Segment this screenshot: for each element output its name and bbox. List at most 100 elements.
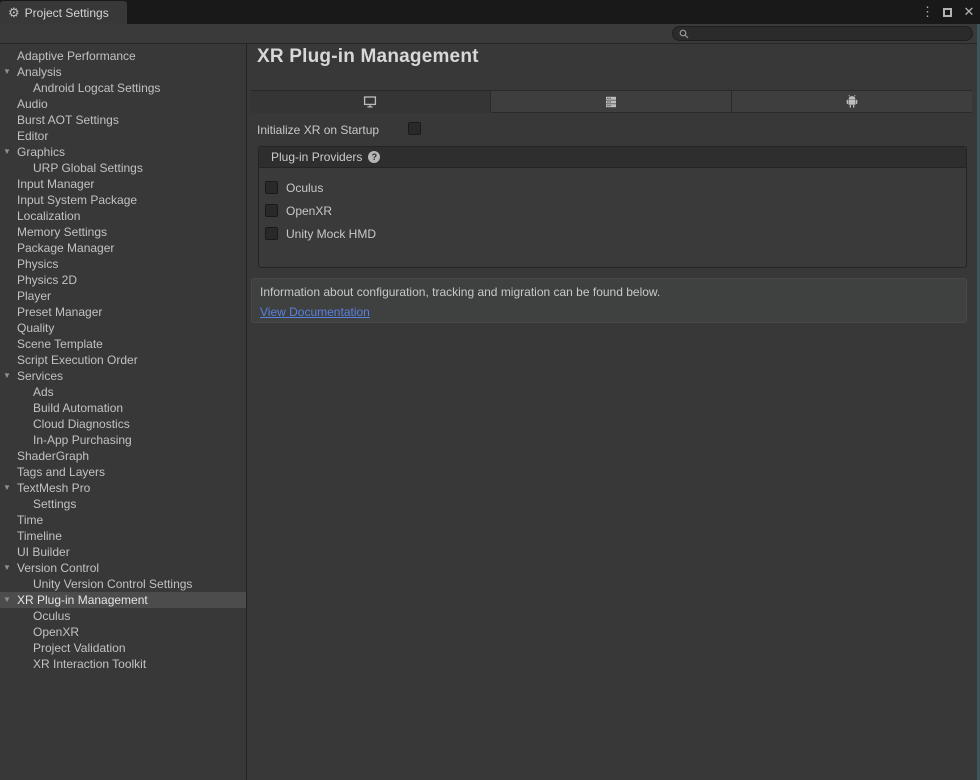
- sidebar-item-project-validation[interactable]: Project Validation: [0, 640, 246, 656]
- sidebar-item-label: Audio: [17, 97, 48, 111]
- sidebar-item-label: ShaderGraph: [17, 449, 89, 463]
- sidebar-item-services[interactable]: ▼ Services: [0, 368, 246, 384]
- sidebar-item-input-system-package[interactable]: Input System Package: [0, 192, 246, 208]
- expander-triangle-icon[interactable]: ▼: [3, 592, 11, 608]
- sidebar-item-cloud-diagnostics[interactable]: Cloud Diagnostics: [0, 416, 246, 432]
- search-icon: [679, 29, 689, 39]
- sidebar-item-unity-version-control-settings[interactable]: Unity Version Control Settings: [0, 576, 246, 592]
- sidebar-item-label: Settings: [33, 497, 76, 511]
- close-icon[interactable]: ✕: [962, 4, 976, 20]
- sidebar-item-label: Ads: [33, 385, 54, 399]
- sidebar-item-tags-and-layers[interactable]: Tags and Layers: [0, 464, 246, 480]
- maximize-icon[interactable]: [943, 8, 952, 17]
- sidebar-item-physics-2d[interactable]: Physics 2D: [0, 272, 246, 288]
- sidebar-item-input-manager[interactable]: Input Manager: [0, 176, 246, 192]
- expander-triangle-icon[interactable]: ▼: [3, 368, 11, 384]
- window-tab-title: Project Settings: [25, 6, 109, 20]
- provider-row-openxr: OpenXR: [265, 199, 966, 222]
- sidebar-item-label: Scene Template: [17, 337, 103, 351]
- sidebar-item-label: In-App Purchasing: [33, 433, 132, 447]
- sidebar-item-label: Memory Settings: [17, 225, 107, 239]
- sidebar-item-settings[interactable]: Settings: [0, 496, 246, 512]
- tab-dedicated-server[interactable]: [491, 91, 732, 113]
- sidebar-item-physics[interactable]: Physics: [0, 256, 246, 272]
- tab-desktop[interactable]: [250, 91, 491, 113]
- window-controls: ⋮ ✕: [921, 0, 976, 24]
- platform-tabstrip: [250, 90, 972, 113]
- initialize-xr-row: Initialize XR on Startup: [257, 122, 379, 138]
- sidebar-item-in-app-purchasing[interactable]: In-App Purchasing: [0, 432, 246, 448]
- sidebar-item-textmesh-pro[interactable]: ▼TextMesh Pro: [0, 480, 246, 496]
- info-box: Information about configuration, trackin…: [251, 278, 967, 323]
- gear-icon: ⚙: [8, 6, 20, 19]
- sidebar-item-xr-plug-in-management[interactable]: ▼ XR Plug-in Management: [0, 592, 246, 608]
- sidebar-item-label: Editor: [17, 129, 48, 143]
- sidebar-item-label: Analysis: [17, 65, 62, 79]
- sidebar-item-label: Tags and Layers: [17, 465, 105, 479]
- tab-android[interactable]: [732, 91, 972, 113]
- plugin-providers-title: Plug-in Providers: [271, 150, 362, 164]
- sidebar-item-ui-builder[interactable]: UI Builder: [0, 544, 246, 560]
- sidebar-item-oculus[interactable]: Oculus: [0, 608, 246, 624]
- expander-triangle-icon[interactable]: ▼: [3, 144, 11, 160]
- initialize-xr-label: Initialize XR on Startup: [257, 123, 379, 137]
- sidebar-item-label: Oculus: [33, 609, 70, 623]
- sidebar-item-android-logcat-settings[interactable]: Android Logcat Settings: [0, 80, 246, 96]
- sidebar-item-xr-interaction-toolkit[interactable]: XR Interaction Toolkit: [0, 656, 246, 672]
- sidebar-item-time[interactable]: Time: [0, 512, 246, 528]
- sidebar-item-label: Script Execution Order: [17, 353, 138, 367]
- sidebar-item-openxr[interactable]: OpenXR: [0, 624, 246, 640]
- sidebar-item-label: Input Manager: [17, 177, 94, 191]
- sidebar-item-preset-manager[interactable]: Preset Manager: [0, 304, 246, 320]
- sidebar-item-label: Cloud Diagnostics: [33, 417, 130, 431]
- sidebar-item-label: XR Interaction Toolkit: [33, 657, 146, 671]
- search-input[interactable]: [693, 28, 963, 40]
- desktop-icon: [363, 96, 377, 108]
- sidebar-item-burst-aot-settings[interactable]: Burst AOT Settings: [0, 112, 246, 128]
- sidebar-item-label: Physics: [17, 257, 58, 271]
- android-icon: [846, 95, 858, 108]
- sidebar-item-player[interactable]: Player: [0, 288, 246, 304]
- unity-mock-hmd-checkbox[interactable]: [265, 227, 278, 240]
- help-icon[interactable]: ?: [368, 151, 380, 163]
- search-box[interactable]: [672, 26, 973, 41]
- page-title: XR Plug-in Management: [257, 46, 479, 68]
- sidebar-item-adaptive-performance[interactable]: Adaptive Performance: [0, 48, 246, 64]
- sidebar-item-label: Preset Manager: [17, 305, 102, 319]
- sidebar-item-build-automation[interactable]: Build Automation: [0, 400, 246, 416]
- sidebar-item-shadergraph[interactable]: ShaderGraph: [0, 448, 246, 464]
- sidebar-item-label: XR Plug-in Management: [17, 593, 148, 607]
- view-documentation-link[interactable]: View Documentation: [260, 305, 370, 319]
- sidebar-item-label: Services: [17, 369, 63, 383]
- oculus-checkbox[interactable]: [265, 181, 278, 194]
- plugin-providers-box: Plug-in Providers ? OculusOpenXRUnity Mo…: [258, 146, 967, 268]
- sidebar-item-label: Burst AOT Settings: [17, 113, 119, 127]
- expander-triangle-icon[interactable]: ▼: [3, 480, 11, 496]
- sidebar-item-audio[interactable]: Audio: [0, 96, 246, 112]
- sidebar-item-scene-template[interactable]: Scene Template: [0, 336, 246, 352]
- sidebar-item-timeline[interactable]: Timeline: [0, 528, 246, 544]
- initialize-xr-checkbox[interactable]: [408, 122, 421, 135]
- sidebar-item-script-execution-order[interactable]: Script Execution Order: [0, 352, 246, 368]
- sidebar-item-package-manager[interactable]: Package Manager: [0, 240, 246, 256]
- title-bar: ⚙ Project Settings ⋮ ✕: [0, 0, 980, 24]
- sidebar-item-quality[interactable]: Quality: [0, 320, 246, 336]
- window-tab-project-settings[interactable]: ⚙ Project Settings: [0, 1, 127, 24]
- sidebar-item-urp-global-settings[interactable]: URP Global Settings: [0, 160, 246, 176]
- expander-triangle-icon[interactable]: ▼: [3, 64, 11, 80]
- toolbar: [0, 24, 980, 44]
- sidebar-item-label: Player: [17, 289, 51, 303]
- expander-triangle-icon[interactable]: ▼: [3, 560, 11, 576]
- openxr-checkbox[interactable]: [265, 204, 278, 217]
- plugin-providers-list: OculusOpenXRUnity Mock HMD: [259, 168, 966, 245]
- sidebar-item-analysis[interactable]: ▼ Analysis: [0, 64, 246, 80]
- sidebar-item-editor[interactable]: Editor: [0, 128, 246, 144]
- sidebar-item-ads[interactable]: Ads: [0, 384, 246, 400]
- sidebar-item-localization[interactable]: Localization: [0, 208, 246, 224]
- sidebar-item-memory-settings[interactable]: Memory Settings: [0, 224, 246, 240]
- sidebar-item-graphics[interactable]: ▼Graphics: [0, 144, 246, 160]
- provider-label: OpenXR: [286, 204, 332, 218]
- info-text: Information about configuration, trackin…: [260, 285, 958, 299]
- sidebar-item-version-control[interactable]: ▼Version Control: [0, 560, 246, 576]
- window-menu-icon[interactable]: ⋮: [921, 4, 933, 20]
